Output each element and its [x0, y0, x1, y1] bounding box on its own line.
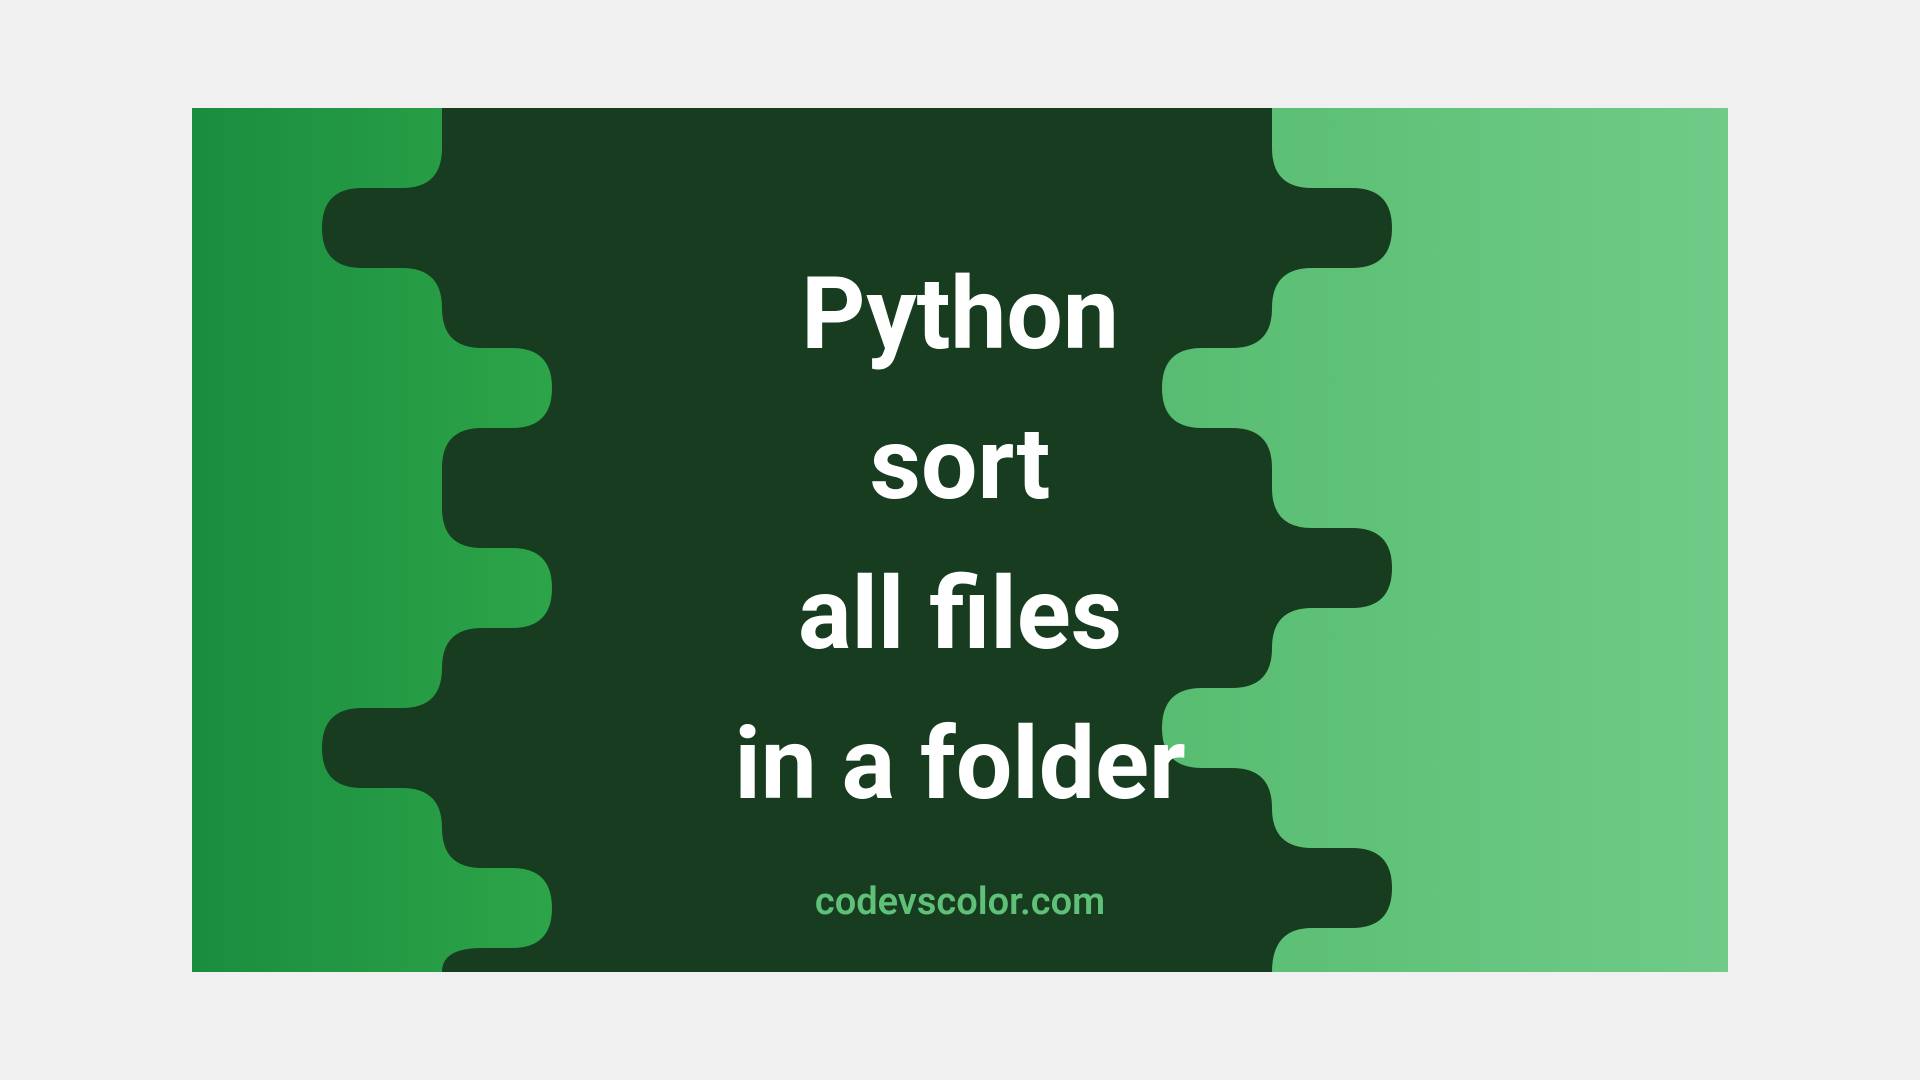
title-line-3: all files	[734, 540, 1185, 690]
title-line-4: in a folder	[734, 690, 1185, 840]
title-line-1: Python	[734, 240, 1185, 390]
footer-text: codevscolor.com	[192, 880, 1728, 924]
content-area: Python sort all files in a folder	[192, 108, 1728, 972]
banner-title: Python sort all files in a folder	[734, 240, 1185, 840]
title-line-2: sort	[734, 390, 1185, 540]
banner: Python sort all files in a folder codevs…	[192, 108, 1728, 972]
